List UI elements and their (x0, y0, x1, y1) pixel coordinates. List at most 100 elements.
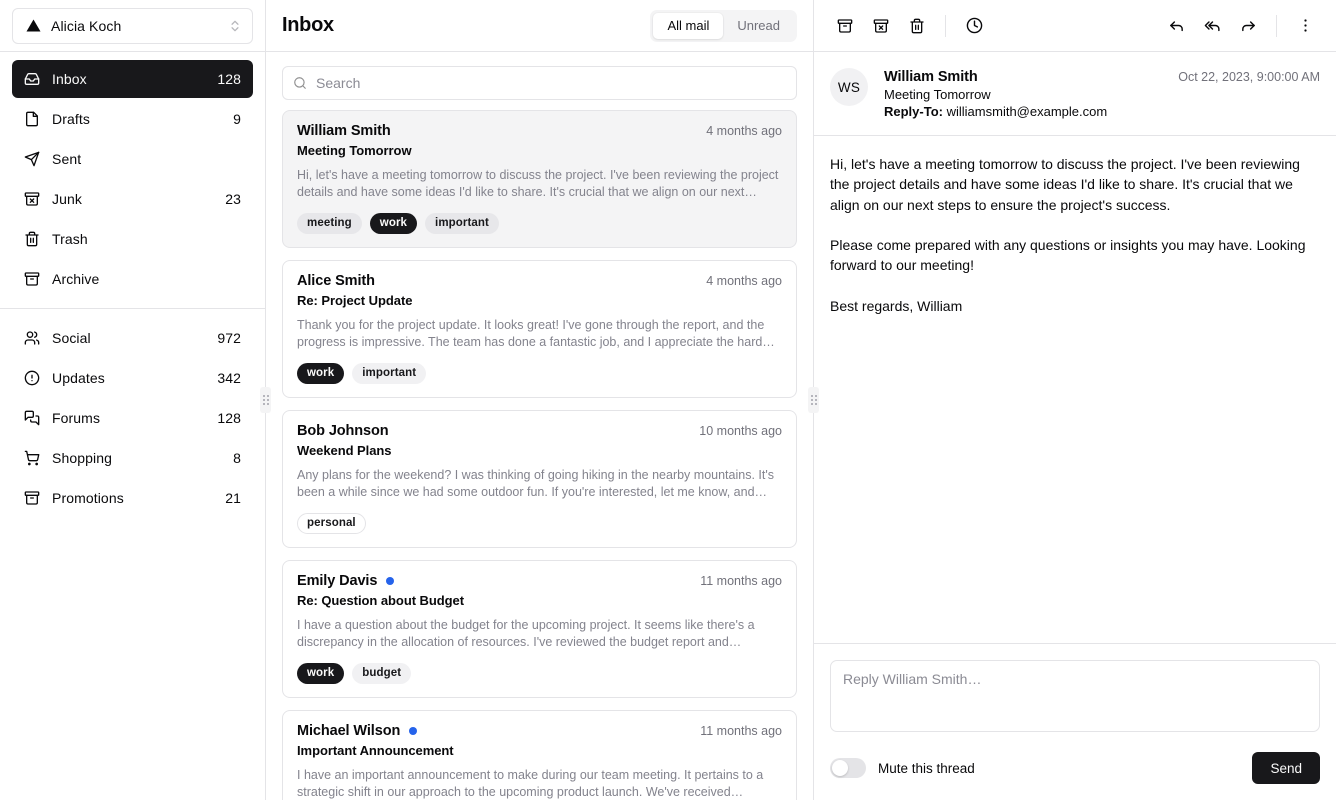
mail-badge[interactable]: important (425, 213, 499, 234)
sidebar-item-junk[interactable]: Junk 23 (12, 180, 253, 218)
sidebar-item-count: 342 (217, 370, 241, 386)
sender-name: William Smith (297, 123, 391, 139)
tab-unread[interactable]: Unread (723, 13, 794, 39)
sidebar-item-sent[interactable]: Sent (12, 140, 253, 178)
clock-icon (966, 17, 983, 34)
mail-item-top-row: Michael Wilson 11 months ago (297, 723, 782, 739)
file-icon (24, 111, 40, 127)
sidebar-item-social[interactable]: Social 972 (12, 319, 253, 357)
mail-date: 11 months ago (700, 574, 782, 588)
sidebar-item-count: 128 (217, 71, 241, 87)
search-input[interactable] (283, 67, 796, 99)
mail-list-item[interactable]: Alice Smith 4 months ago Re: Project Upd… (282, 260, 797, 398)
more-options-button[interactable] (1288, 9, 1322, 43)
mail-list-item[interactable]: Michael Wilson 11 months ago Important A… (282, 710, 797, 800)
sender-name: Bob Johnson (297, 423, 389, 439)
unread-indicator-dot (386, 577, 394, 585)
mail-list-header: Inbox All mail Unread (266, 0, 813, 52)
search-icon (293, 76, 307, 90)
mail-badge[interactable]: meeting (297, 213, 362, 234)
move-to-trash-button[interactable] (900, 9, 934, 43)
mail-list-scroll[interactable]: William Smith 4 months ago Meeting Tomor… (266, 110, 813, 800)
toggle-knob (832, 760, 848, 776)
mail-subject: Weekend Plans (297, 443, 782, 458)
account-name: Alicia Koch (51, 18, 218, 34)
mail-date: 4 months ago (706, 274, 782, 288)
sidebar-item-label: Drafts (52, 111, 221, 127)
reader-composer: Mute this thread Send (814, 643, 1336, 800)
alert-circle-icon (24, 370, 40, 386)
mail-badge[interactable]: work (297, 663, 344, 684)
account-switcher-container: Alicia Koch (0, 0, 265, 52)
mail-badge[interactable]: important (352, 363, 426, 384)
sidebar-resize-handle[interactable] (260, 387, 271, 413)
mail-preview: Hi, let's have a meeting tomorrow to dis… (297, 167, 782, 200)
sidebar-item-count: 128 (217, 410, 241, 426)
chevrons-up-down-icon (228, 19, 242, 33)
sidebar-item-inbox[interactable]: Inbox 128 (12, 60, 253, 98)
snooze-button[interactable] (957, 9, 991, 43)
mute-thread-toggle[interactable] (830, 758, 866, 778)
mail-badge[interactable]: work (370, 213, 417, 234)
sender-name: Alice Smith (297, 273, 375, 289)
sidebar-item-promotions[interactable]: Promotions 21 (12, 479, 253, 517)
search-box[interactable] (282, 66, 797, 100)
composer-actions-row: Mute this thread Send (830, 752, 1320, 784)
mail-date: 11 months ago (700, 724, 782, 738)
sidebar-item-label: Social (52, 330, 205, 346)
mail-list-item[interactable]: William Smith 4 months ago Meeting Tomor… (282, 110, 797, 248)
sidebar: Alicia Koch Inbox 128 Dra (0, 0, 266, 800)
maillist-resize-handle[interactable] (808, 387, 819, 413)
reader-meta: William Smith Meeting Tomorrow Reply-To:… (884, 68, 1162, 119)
move-to-junk-button[interactable] (864, 9, 898, 43)
sidebar-item-count: 23 (225, 191, 241, 207)
reply-to-email: williamsmith@example.com (947, 104, 1108, 119)
reply-textarea[interactable] (830, 660, 1320, 732)
more-vertical-icon (1297, 17, 1314, 34)
tab-all-mail[interactable]: All mail (653, 13, 723, 39)
mail-preview: Any plans for the weekend? I was thinkin… (297, 467, 782, 500)
avatar: WS (830, 68, 868, 106)
mail-badge[interactable]: work (297, 363, 344, 384)
sidebar-item-updates[interactable]: Updates 342 (12, 359, 253, 397)
archive-icon (837, 18, 853, 34)
sidebar-item-label: Inbox (52, 71, 205, 87)
mail-badges: work budget (297, 663, 782, 684)
mail-subject: Re: Question about Budget (297, 593, 782, 608)
archive-button[interactable] (828, 9, 862, 43)
account-switcher[interactable]: Alicia Koch (12, 8, 253, 44)
mail-date: 10 months ago (699, 424, 782, 438)
mail-badge[interactable]: personal (297, 513, 366, 534)
reply-all-button[interactable] (1195, 9, 1229, 43)
sidebar-item-label: Shopping (52, 450, 221, 466)
sidebar-item-archive[interactable]: Archive (12, 260, 253, 298)
send-button[interactable]: Send (1252, 752, 1320, 784)
archive-x-icon (24, 191, 40, 207)
search-container (266, 52, 813, 110)
mail-preview: I have an important announcement to make… (297, 767, 782, 800)
sender-name: Michael Wilson (297, 723, 400, 739)
reply-button[interactable] (1159, 9, 1193, 43)
sidebar-item-label: Archive (52, 271, 229, 287)
mail-list-item[interactable]: Bob Johnson 10 months ago Weekend Plans … (282, 410, 797, 548)
forward-button[interactable] (1231, 9, 1265, 43)
sidebar-secondary-nav: Social 972 Updates 342 Forums 128 (0, 308, 265, 519)
sidebar-item-drafts[interactable]: Drafts 9 (12, 100, 253, 138)
mute-thread-label: Mute this thread (878, 761, 975, 776)
mail-list-item[interactable]: Emily Davis 11 months ago Re: Question a… (282, 560, 797, 698)
archive-icon (24, 490, 40, 506)
mail-preview: I have a question about the budget for t… (297, 617, 782, 650)
sidebar-item-forums[interactable]: Forums 128 (12, 399, 253, 437)
mail-item-top-row: William Smith 4 months ago (297, 123, 782, 139)
forward-icon (1240, 17, 1257, 34)
sidebar-item-label: Forums (52, 410, 205, 426)
mail-preview: Thank you for the project update. It loo… (297, 317, 782, 350)
archive-icon (24, 271, 40, 287)
mail-badge[interactable]: budget (352, 663, 411, 684)
reader-toolbar (814, 0, 1336, 52)
send-icon (24, 151, 40, 167)
mail-subject: Re: Project Update (297, 293, 782, 308)
sidebar-item-shopping[interactable]: Shopping 8 (12, 439, 253, 477)
mail-item-top-row: Alice Smith 4 months ago (297, 273, 782, 289)
sidebar-item-trash[interactable]: Trash (12, 220, 253, 258)
